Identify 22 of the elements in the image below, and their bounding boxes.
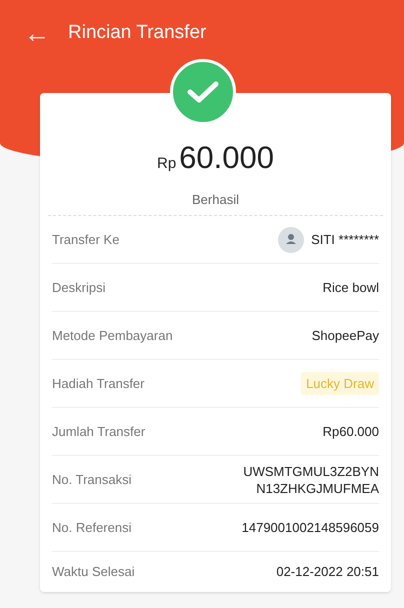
currency-label: Rp [156, 154, 176, 174]
row-label: Transfer Ke [52, 230, 120, 249]
reward-badge: Lucky Draw [301, 372, 379, 396]
row-value: ShopeePay [312, 326, 379, 345]
row-label: No. Transaksi [52, 470, 132, 489]
row-value: Rp60.000 [322, 422, 379, 441]
row-label: Waktu Selesai [52, 563, 135, 582]
recipient-name: SITI ******** [311, 230, 379, 249]
row-value: 02-12-2022 20:51 [276, 563, 379, 582]
row-value: Rice bowl [322, 278, 379, 297]
amount-text: 60.000 [179, 139, 274, 177]
row-label: Deskripsi [52, 278, 106, 297]
row-label: No. Referensi [52, 518, 132, 537]
row-label: Hadiah Transfer [52, 374, 144, 393]
row-value: UWSMTGMUL3Z2BYN N13ZHKGJMUFMEA [243, 462, 379, 496]
status-text: Berhasil [192, 190, 239, 208]
page-title: Rincian Transfer [68, 20, 206, 45]
row-label: Jumlah Transfer [52, 422, 146, 441]
avatar-icon [278, 226, 304, 252]
row-value: 1479001002148596059 [242, 518, 379, 537]
row-label: Metode Pembayaran [52, 326, 173, 345]
back-button[interactable]: ← [24, 20, 50, 46]
